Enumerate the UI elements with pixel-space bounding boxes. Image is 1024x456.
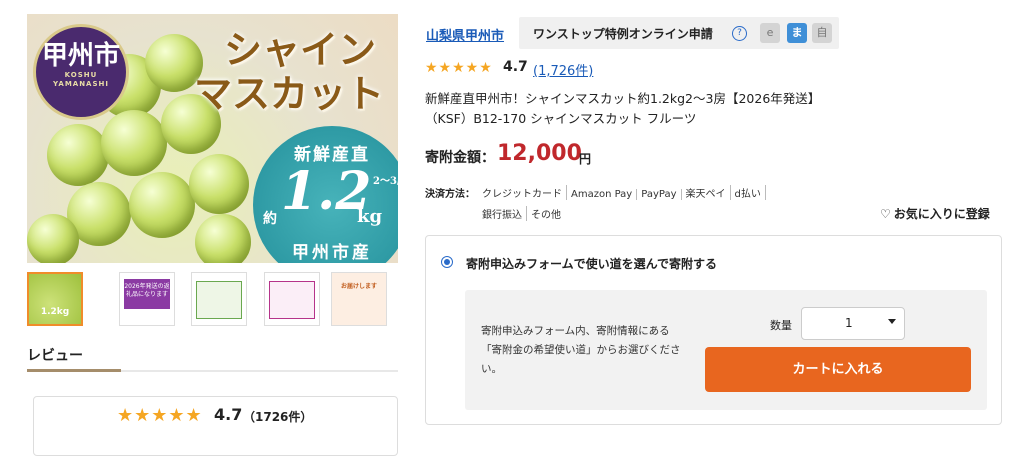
badge-bunches-text: 2〜3房: [373, 176, 398, 187]
grape-decoration: [27, 214, 79, 263]
form-description: 寄附申込みフォーム内、寄附情報にある「寄附金の希望使い道」からお選びください。: [481, 325, 681, 375]
thumbnail-caption: 2026年発送の返礼品になります: [124, 279, 170, 309]
grape-decoration: [189, 154, 249, 214]
thumbnail-1[interactable]: 1.2kg: [27, 272, 83, 326]
review-divider-active: [27, 369, 121, 372]
badge-bottom-text: 甲州市産: [292, 243, 372, 263]
review-count: （1726件）: [243, 410, 313, 424]
quantity-label: 数量: [770, 319, 792, 332]
app-ma-button[interactable]: ま: [787, 23, 807, 43]
payment-method: d払い: [731, 185, 766, 200]
payment-methods-row2: 銀行振込 その他: [478, 206, 565, 221]
payment-method: クレジットカード: [478, 185, 567, 200]
app-e-button[interactable]: e: [760, 23, 780, 43]
city-link[interactable]: 山梨県甲州市: [426, 25, 504, 44]
product-main-image[interactable]: 甲州市 KOSHU YAMANASHI シャイン マスカット 新鮮産直 約 1.…: [27, 14, 398, 263]
product-title-art: シャイン マスカット: [194, 28, 384, 116]
form-option-label[interactable]: 寄附申込みフォームで使い道を選んで寄附する: [466, 255, 717, 272]
app-ji-button[interactable]: 自: [812, 23, 832, 43]
price-label: 寄附金額：: [425, 150, 495, 166]
rating-stars-icon: ★★★★★: [425, 60, 493, 76]
payment-method: 銀行振込: [478, 206, 527, 221]
quantity-value: 1: [845, 316, 853, 330]
grape-decoration: [101, 110, 167, 176]
seal-sub: KOSHU YAMANASHI: [53, 71, 109, 88]
radio-selected-icon[interactable]: [441, 256, 453, 268]
thumbnail-5[interactable]: お届けします: [331, 272, 387, 326]
thumbnail-2[interactable]: 2026年発送の返礼品になります: [119, 272, 175, 326]
thumbnail-3[interactable]: [191, 272, 247, 326]
review-stars-icon: ★★★★★: [117, 405, 203, 426]
badge-unit-text: kg: [357, 206, 383, 227]
payment-method: Amazon Pay: [567, 189, 638, 200]
onestop-label[interactable]: ワンストップ特例オンライン申請: [533, 25, 713, 42]
rating-score: 4.7: [503, 59, 528, 75]
heart-icon: ♡: [880, 207, 891, 221]
favorite-label: お気に入りに登録: [893, 207, 990, 221]
payment-method: その他: [531, 210, 561, 221]
chevron-down-icon: [888, 319, 896, 324]
koshu-city-seal: 甲州市 KOSHU YAMANASHI: [33, 24, 129, 120]
grape-decoration: [195, 214, 251, 263]
title-art-line1: シャイン: [223, 27, 376, 72]
payment-method: PayPay: [637, 189, 682, 200]
seal-text: 甲州市: [41, 41, 120, 71]
title-art-line2: マスカット: [193, 71, 384, 116]
price-unit: 円: [579, 152, 592, 166]
favorite-button[interactable]: ♡ お気に入りに登録: [880, 205, 990, 222]
add-to-cart-button[interactable]: カートに入れる: [705, 347, 971, 392]
weight-badge: 新鮮産直 約 1.2 kg 2〜3房 甲州市産: [253, 126, 398, 263]
thumbnail-4[interactable]: [264, 272, 320, 326]
help-icon[interactable]: ?: [732, 26, 747, 41]
review-count-link[interactable]: (1,726件): [533, 60, 593, 79]
thumbnail-caption: お届けします: [340, 283, 377, 290]
product-title: 新鮮産直甲州市！シャインマスカット約1.2kg2〜3房【2026年発送】（KSF…: [425, 91, 821, 126]
grape-decoration: [129, 172, 195, 238]
payment-methods-row1: クレジットカード Amazon Pay PayPay 楽天ペイ d払い: [478, 185, 766, 200]
badge-approx-text: 約: [263, 211, 277, 227]
thumbnail-caption: 1.2kg: [40, 307, 70, 317]
price-value: 12,000: [497, 141, 582, 166]
payment-label: 決済方法：: [425, 189, 475, 200]
review-score: 4.7: [214, 405, 243, 424]
grape-decoration: [47, 124, 109, 186]
payment-method: 楽天ペイ: [682, 185, 731, 200]
review-heading: レビュー: [27, 348, 83, 364]
